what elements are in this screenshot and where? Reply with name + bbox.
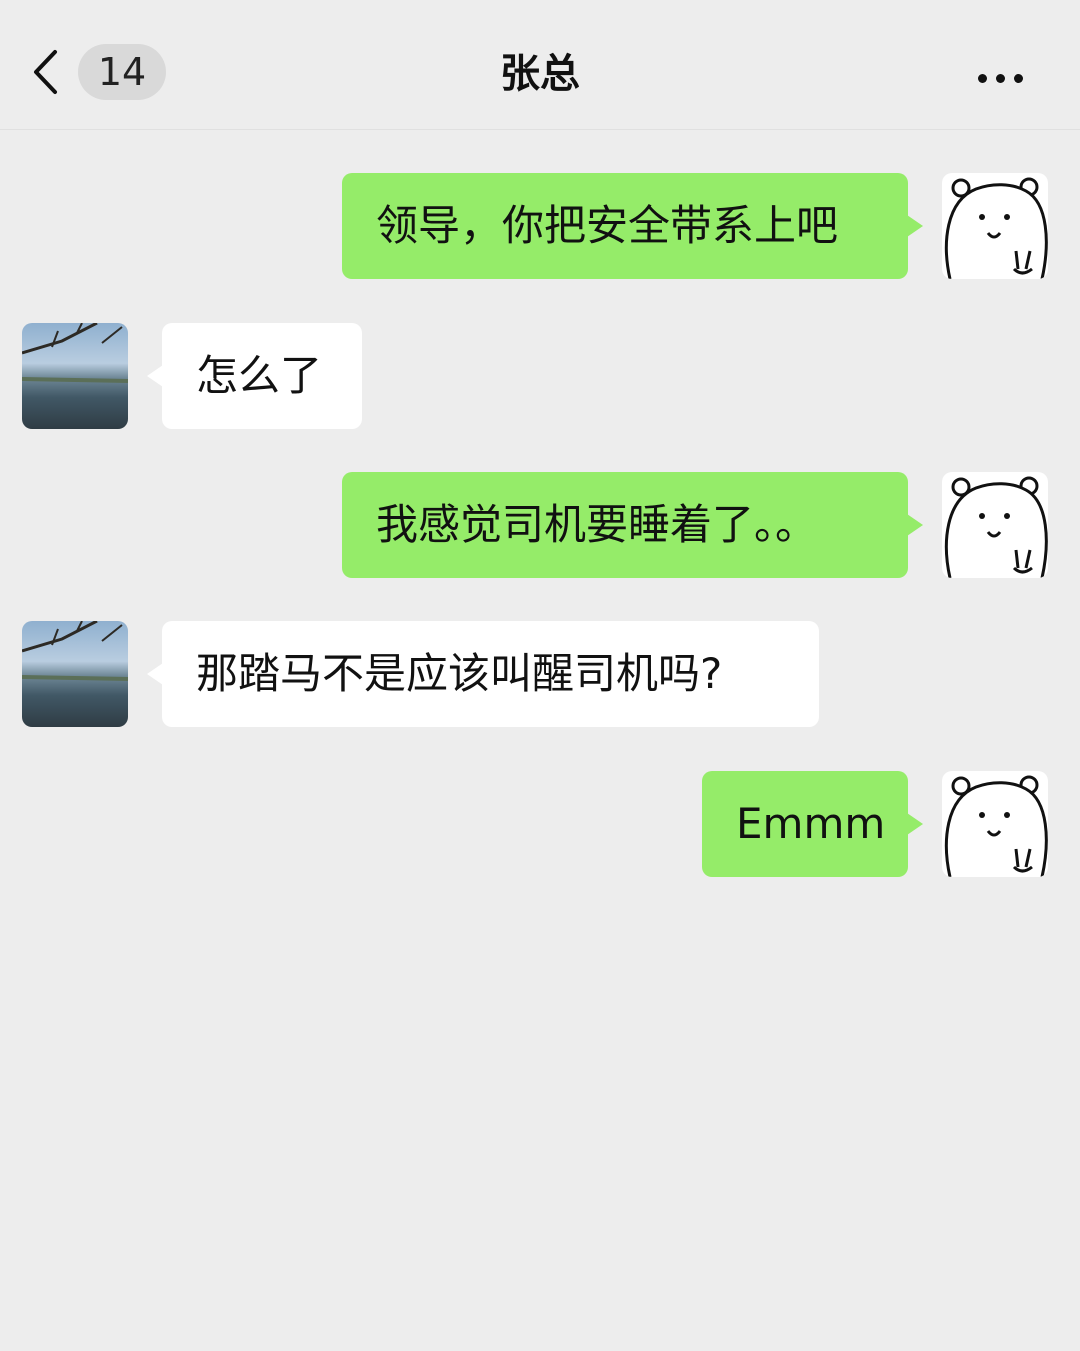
message-bubble-incoming[interactable]: 怎么了 (147, 323, 362, 429)
my-avatar[interactable] (942, 173, 1048, 279)
bear-avatar-icon (944, 775, 1048, 877)
bear-avatar-icon (944, 177, 1048, 279)
message-bubble-outgoing[interactable]: 我感觉司机要睡着了。。 (342, 472, 923, 578)
unread-count-badge[interactable]: 14 (78, 44, 166, 100)
message-bubble-outgoing[interactable]: Emmm (702, 771, 923, 877)
lake-photo-avatar (22, 323, 128, 383)
my-avatar[interactable] (942, 771, 1048, 877)
lake-photo-avatar (22, 621, 128, 681)
chevron-left-icon (34, 50, 57, 94)
contact-avatar[interactable] (22, 323, 128, 429)
more-dots-icon (977, 73, 987, 83)
message-bubble-incoming[interactable]: 那踏马不是应该叫醒司机吗? (147, 621, 819, 727)
more-options-button[interactable] (960, 50, 1040, 106)
my-avatar[interactable] (942, 472, 1048, 578)
message-bubble-outgoing[interactable]: 领导，你把安全带系上吧 (342, 173, 923, 279)
bear-avatar-icon (944, 476, 1048, 578)
contact-avatar[interactable] (22, 621, 128, 727)
chat-title: 张总 (500, 51, 580, 97)
chat-header: 14 张总 (0, 0, 1080, 130)
back-button[interactable] (22, 44, 70, 100)
